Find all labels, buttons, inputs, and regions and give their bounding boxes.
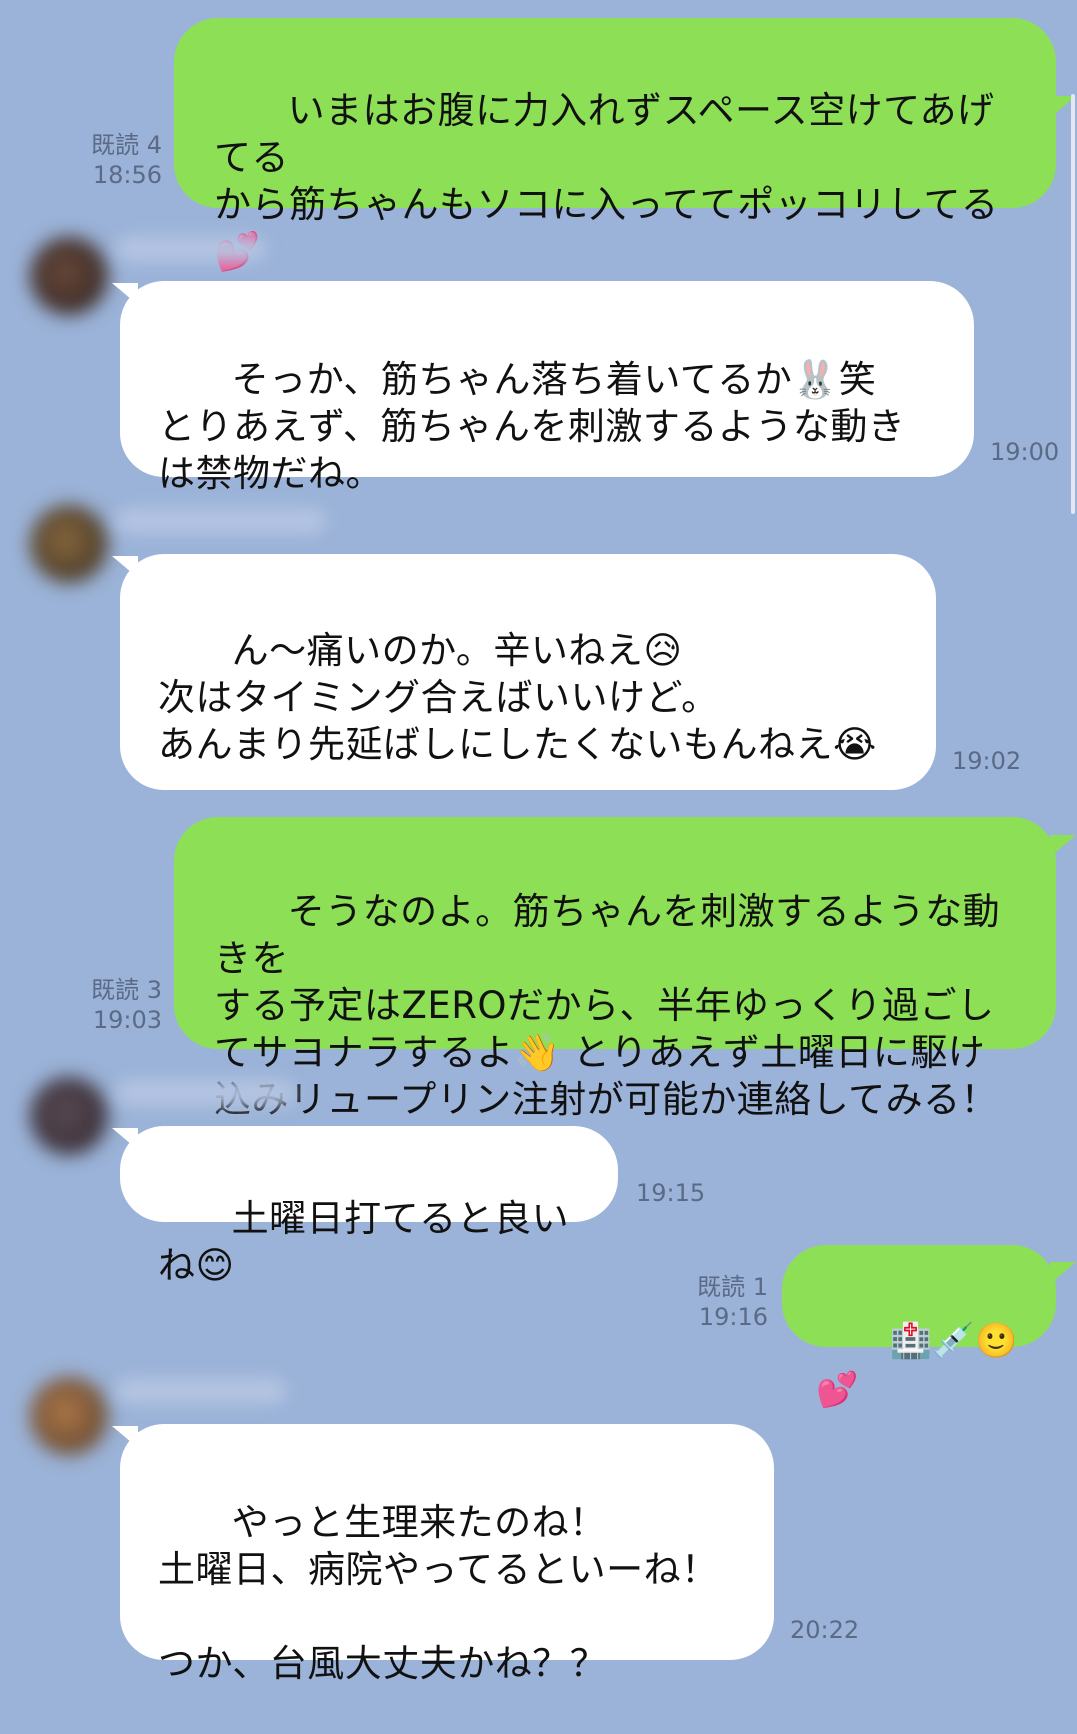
message-bubble[interactable]: ん〜痛いのか。辛いねえ😥 次はタイミング合えばいいけど。 あんまり先延ばしにした… xyxy=(120,554,936,790)
chat-message-list[interactable]: いまはお腹に力入れずスペース空けてあげてる から筋ちゃんもソコに入っててポッコリ… xyxy=(0,0,1077,1685)
read-receipt: 既読 4 xyxy=(91,131,162,159)
message-bubble[interactable]: やっと生理来たのね！ 土曜日、病院やってるといーね！ つか、台風大丈夫かね？？ xyxy=(120,1424,774,1685)
message-bubble[interactable]: 土曜日打てると良いね😊 xyxy=(120,1126,618,1287)
contact-avatar[interactable] xyxy=(30,237,108,315)
message-time: 19:15 xyxy=(636,1179,706,1207)
message-bubble[interactable]: いまはお腹に力入れずスペース空けてあげてる から筋ちゃんもソコに入っててポッコリ… xyxy=(174,18,1056,273)
scrollbar[interactable] xyxy=(1071,94,1075,514)
message-time: 19:03 xyxy=(92,1006,162,1034)
message-time: 18:56 xyxy=(92,161,162,189)
message-bubble[interactable]: そうなのよ。筋ちゃんを刺激するような動きを する予定はZEROだから、半年ゆっく… xyxy=(174,817,1056,1121)
read-receipt: 既読 3 xyxy=(91,976,162,1004)
contact-avatar[interactable] xyxy=(30,505,108,583)
sender-name xyxy=(116,1080,296,1106)
message-text: 🏥💉🙂💕 xyxy=(816,1321,1019,1410)
message-time: 19:02 xyxy=(952,747,1022,775)
sender-name xyxy=(116,508,326,534)
sender-name xyxy=(116,1378,286,1404)
message-text: ん〜痛いのか。辛いねえ😥 次はタイミング合えばいいけど。 あんまり先延ばしにした… xyxy=(158,629,877,766)
message-text: 土曜日打てると良いね😊 xyxy=(158,1197,570,1287)
message-time: 20:22 xyxy=(790,1616,860,1644)
sender-name xyxy=(116,236,266,262)
message-text: いまはお腹に力入れずスペース空けてあげてる から筋ちゃんもソコに入っててポッコリ… xyxy=(214,89,999,273)
contact-avatar[interactable] xyxy=(30,1077,108,1155)
message-time: 19:16 xyxy=(698,1303,768,1331)
read-receipt: 既読 1 xyxy=(697,1273,768,1301)
message-text: やっと生理来たのね！ 土曜日、病院やってるといーね！ つか、台風大丈夫かね？？ xyxy=(158,1501,719,1685)
message-time: 19:00 xyxy=(990,438,1060,466)
message-bubble[interactable]: 🏥💉🙂💕 xyxy=(782,1245,1056,1410)
message-bubble[interactable]: そっか、筋ちゃん落ち着いてるか🐰笑 とりあえず、筋ちゃんを刺激するような動き は… xyxy=(120,281,974,495)
message-text: そっか、筋ちゃん落ち着いてるか🐰笑 とりあえず、筋ちゃんを刺激するような動き は… xyxy=(158,358,906,495)
message-text: そうなのよ。筋ちゃんを刺激するような動きを する予定はZEROだから、半年ゆっく… xyxy=(214,890,1001,1121)
contact-avatar[interactable] xyxy=(30,1377,108,1455)
